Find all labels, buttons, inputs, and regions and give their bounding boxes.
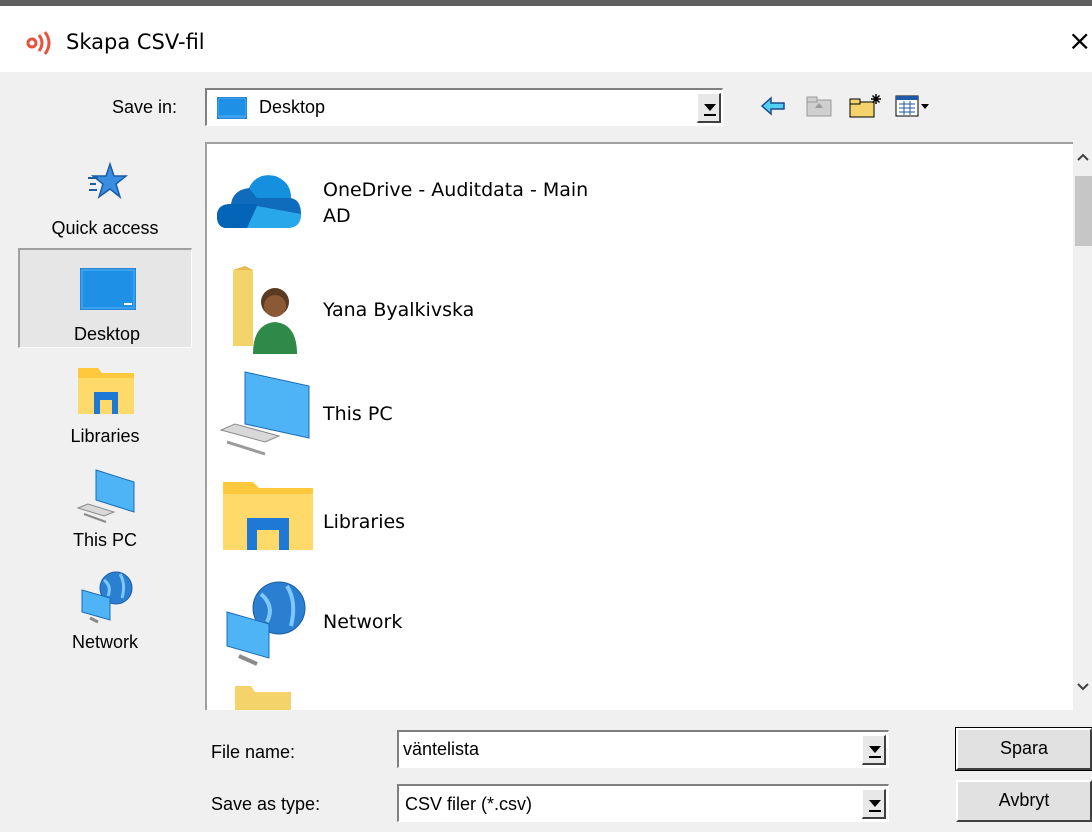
- save-button[interactable]: Spara: [955, 727, 1092, 771]
- place-network[interactable]: Network: [18, 566, 192, 666]
- scroll-up-icon[interactable]: [1077, 152, 1089, 162]
- list-item-partial[interactable]: [207, 682, 1073, 710]
- place-quick-access[interactable]: Quick access: [18, 142, 192, 242]
- file-list[interactable]: OneDrive - Auditdata - Main AD Yana Byal…: [205, 142, 1073, 710]
- libraries-icon: [78, 368, 134, 414]
- desktop-icon: [80, 268, 136, 310]
- app-logo-icon: [26, 31, 51, 55]
- file-name-combobox[interactable]: [397, 730, 889, 768]
- list-item[interactable]: OneDrive - Auditdata - Main AD: [207, 166, 1073, 266]
- close-icon[interactable]: ×: [1068, 24, 1091, 57]
- user-folder-icon: [233, 266, 297, 354]
- onedrive-cloud-icon: [217, 175, 301, 228]
- scroll-thumb[interactable]: [1075, 176, 1092, 246]
- computer-icon: [76, 469, 135, 523]
- save-in-value: Desktop: [259, 97, 326, 117]
- scroll-down-icon[interactable]: [1077, 682, 1089, 692]
- file-name: This PC: [323, 403, 393, 425]
- network-icon: [226, 581, 306, 666]
- save-in-label: Save in:: [112, 97, 178, 117]
- place-label: Network: [71, 632, 138, 652]
- star-icon: [88, 161, 128, 200]
- libraries-icon: [223, 482, 313, 550]
- place-libraries[interactable]: Libraries: [18, 356, 192, 456]
- title-bar[interactable]: Skapa CSV-fil ×: [0, 6, 1092, 72]
- place-label: Desktop: [73, 324, 141, 344]
- save-as-type-label: Save as type:: [211, 794, 321, 814]
- computer-icon: [219, 371, 310, 456]
- desktop-icon: [217, 97, 247, 119]
- dropdown-underline: [704, 114, 716, 116]
- back-arrow-icon[interactable]: [760, 92, 786, 120]
- window-title: Skapa CSV-fil: [66, 30, 205, 54]
- save-as-type-dropdown[interactable]: CSV filer (*.csv): [397, 784, 889, 822]
- place-label: Libraries: [70, 426, 140, 446]
- dropdown-underline: [869, 810, 881, 812]
- file-name: Libraries: [323, 511, 406, 533]
- chevron-down-icon: [869, 800, 881, 807]
- file-name: Yana Byalkivska: [323, 299, 475, 321]
- vertical-scrollbar[interactable]: [1073, 142, 1092, 710]
- file-name-label: File name:: [211, 742, 296, 762]
- save-as-type-dropdown-button[interactable]: [862, 789, 886, 819]
- list-item[interactable]: Libraries: [207, 478, 1073, 578]
- list-item[interactable]: Network: [207, 578, 1073, 678]
- new-folder-icon[interactable]: [848, 92, 884, 120]
- folder-icon: [235, 686, 291, 710]
- view-menu-icon[interactable]: [894, 92, 932, 120]
- network-icon: [81, 571, 133, 624]
- place-label: Quick access: [51, 218, 159, 238]
- chevron-down-icon: [704, 104, 716, 111]
- save-in-dropdown[interactable]: Desktop: [205, 88, 723, 126]
- place-this-pc[interactable]: This PC: [18, 462, 192, 562]
- list-item[interactable]: Yana Byalkivska: [207, 266, 1073, 366]
- up-folder-icon[interactable]: [804, 92, 834, 120]
- file-name: Network: [323, 611, 403, 633]
- save-in-dropdown-button[interactable]: [697, 93, 721, 123]
- file-name: OneDrive - Auditdata - Main: [323, 179, 589, 201]
- dropdown-underline: [869, 756, 881, 758]
- save-as-type-value: CSV filer (*.csv): [405, 794, 533, 814]
- file-name-input[interactable]: [403, 735, 843, 763]
- place-desktop[interactable]: Desktop: [18, 248, 192, 348]
- place-label: This PC: [72, 530, 137, 550]
- file-name-line2: AD: [323, 205, 351, 227]
- save-dialog: Skapa CSV-fil × Save in: Desktop Quick a…: [0, 0, 1092, 832]
- cancel-button[interactable]: Avbryt: [956, 780, 1092, 822]
- file-name-dropdown-button[interactable]: [862, 735, 886, 765]
- places-bar: Quick access Desktop Libraries This PC N…: [18, 142, 194, 692]
- chevron-down-icon: [869, 746, 881, 753]
- list-item[interactable]: This PC: [207, 370, 1073, 470]
